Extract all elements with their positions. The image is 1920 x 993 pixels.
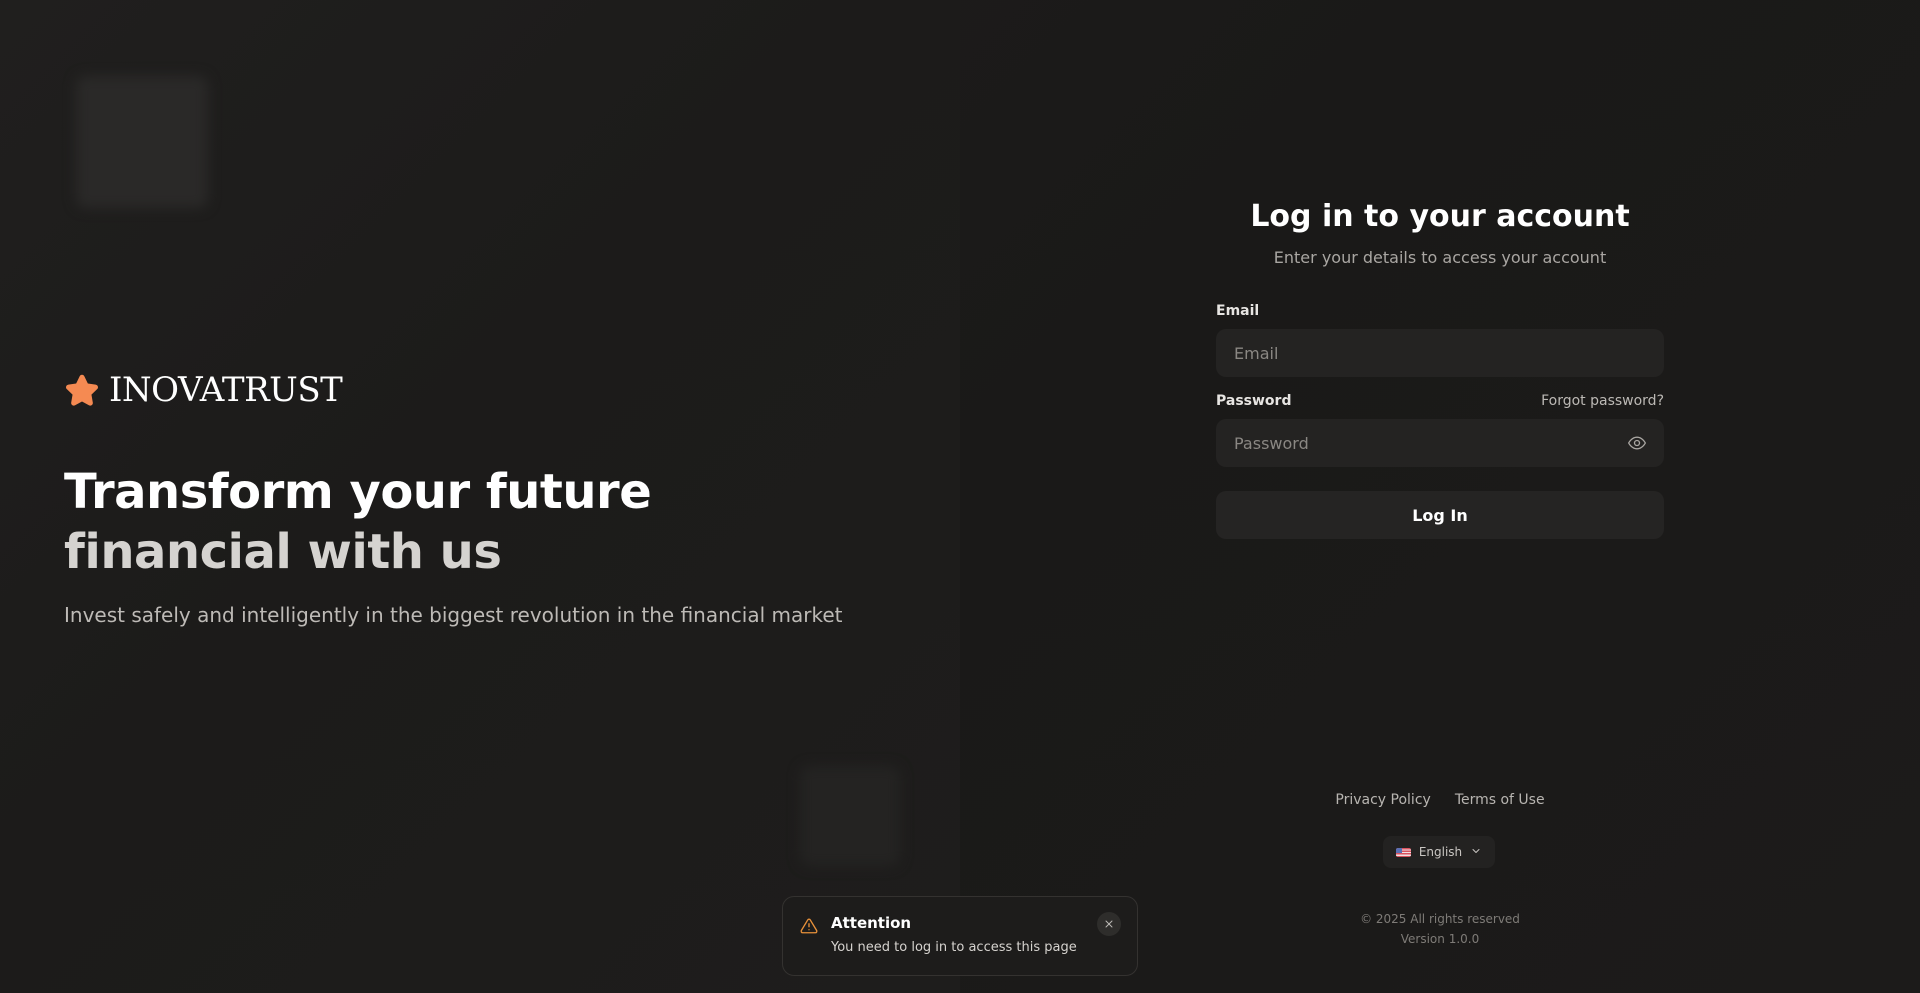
decorative-blur-square — [800, 766, 900, 866]
us-flag-icon — [1395, 847, 1411, 857]
privacy-policy-link[interactable]: Privacy Policy — [1335, 792, 1430, 808]
hero-subtitle: Invest safely and intelligently in the b… — [64, 603, 843, 627]
password-label-row: Password Forgot password? — [1216, 393, 1664, 409]
hero-title-line1: Transform your future — [64, 464, 652, 520]
toast-title: Attention — [831, 914, 912, 932]
footer-links: Privacy Policy Terms of Use — [1216, 792, 1664, 808]
login-subtitle: Enter your details to access your accoun… — [1273, 248, 1607, 267]
brand-logo: INOVATRUST — [64, 370, 343, 410]
language-label: English — [1418, 845, 1463, 859]
decorative-blur-square — [76, 76, 208, 208]
chevron-down-icon — [1470, 845, 1482, 860]
eye-icon[interactable] — [1626, 432, 1648, 454]
toast-message: You need to log in to access this page — [831, 940, 1077, 955]
email-label-row: Email — [1216, 303, 1664, 319]
password-label: Password — [1216, 393, 1292, 409]
login-form: Log in to your account Enter your detail… — [1216, 196, 1664, 539]
hero-title-line2: financial with us — [64, 524, 502, 580]
hero-panel: INOVATRUST Transform your future financi… — [0, 0, 960, 993]
hero-title: Transform your future financial with us — [64, 462, 652, 582]
password-field-container — [1216, 419, 1664, 467]
brand-name: INOVATRUST — [109, 370, 343, 410]
close-icon[interactable] — [1097, 912, 1121, 936]
copyright-text: © 2025 All rights reserved — [1360, 912, 1520, 926]
warning-icon — [800, 917, 818, 935]
forgot-password-link[interactable]: Forgot password? — [1541, 393, 1664, 409]
copyright-block: © 2025 All rights reserved Version 1.0.0 — [1216, 909, 1664, 949]
email-label: Email — [1216, 303, 1260, 319]
email-field-container — [1216, 329, 1664, 377]
login-title: Log in to your account — [1250, 199, 1630, 234]
password-field[interactable] — [1232, 432, 1626, 454]
language-selector[interactable]: English — [1383, 836, 1495, 868]
login-button[interactable]: Log In — [1216, 491, 1664, 539]
email-field[interactable] — [1232, 342, 1648, 364]
star-icon — [64, 372, 100, 408]
version-text: Version 1.0.0 — [1400, 932, 1480, 946]
login-page: INOVATRUST Transform your future financi… — [0, 0, 1920, 993]
attention-toast: Attention You need to log in to access t… — [782, 896, 1138, 976]
terms-of-use-link[interactable]: Terms of Use — [1455, 792, 1545, 808]
